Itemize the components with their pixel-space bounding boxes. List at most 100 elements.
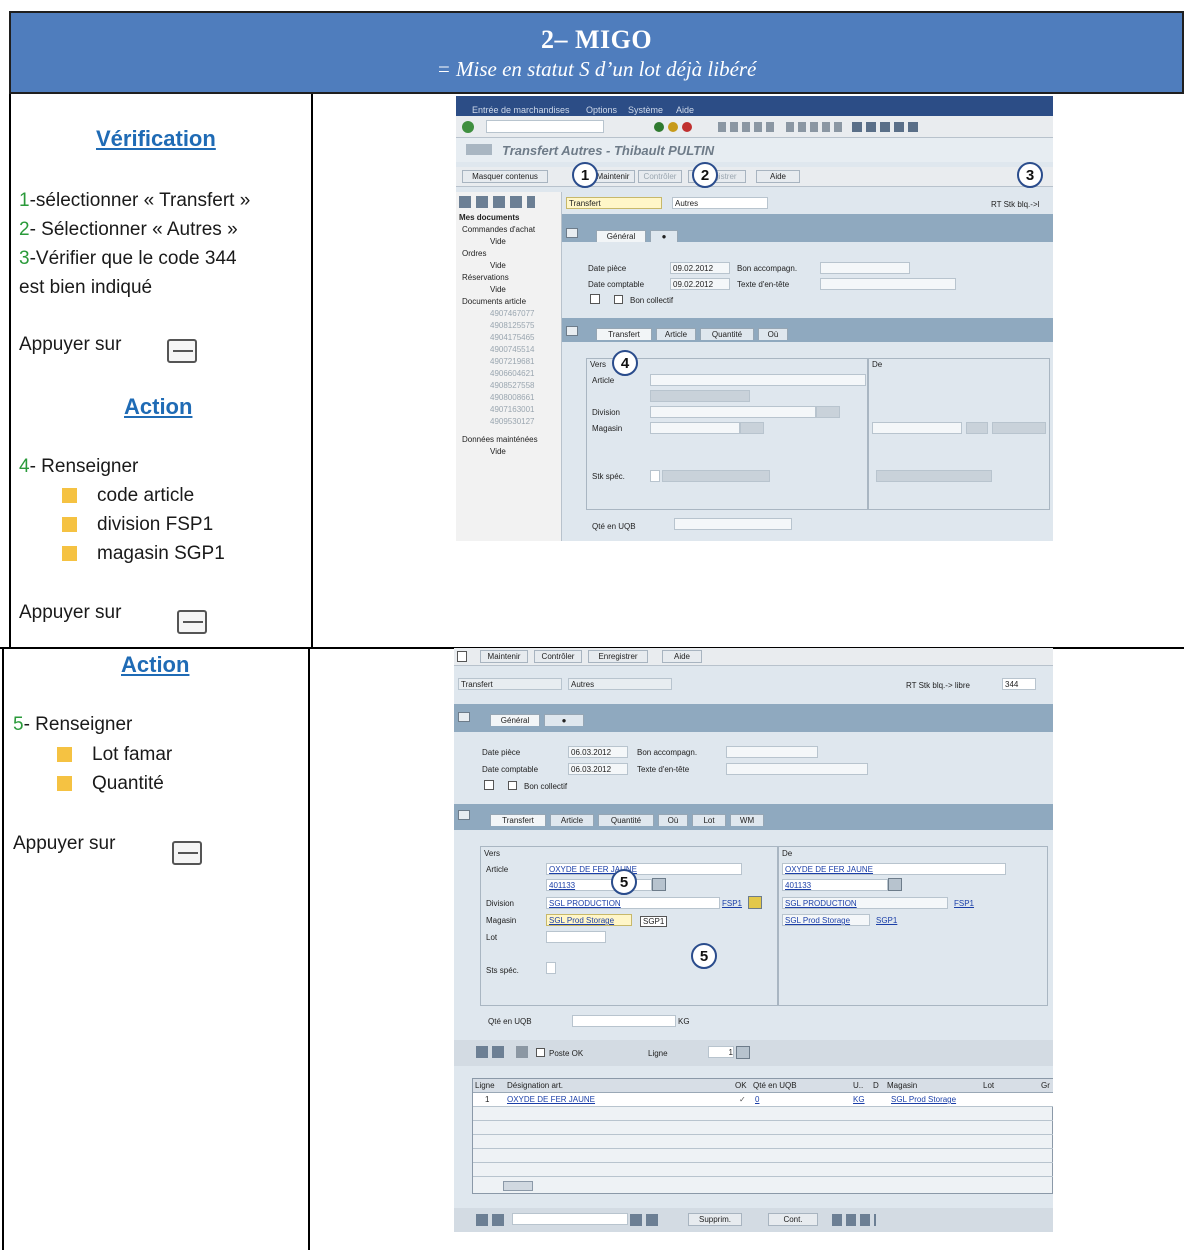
magasin-name[interactable]: SGL Prod Storage [549,916,614,925]
grid-cell-qte[interactable]: 0 [755,1095,759,1104]
qte-field[interactable] [572,1015,676,1027]
nav-toolbar-icons[interactable] [459,196,535,208]
new-doc-icon[interactable] [457,651,467,662]
division-code-field[interactable] [816,406,840,418]
command-field[interactable] [486,120,604,133]
nav-item[interactable]: 4908527558 [490,380,535,392]
tab-lot[interactable]: Lot [692,814,726,826]
delete-icon[interactable] [516,1046,528,1058]
tab-general[interactable]: Général [596,230,646,242]
menu-item[interactable]: Système [628,105,663,115]
subaction-select[interactable]: Autres [568,678,672,690]
item-toolbar-icons[interactable] [476,1046,506,1058]
table-row[interactable] [473,1149,1053,1163]
nav-group[interactable]: Données mainténées [462,434,538,446]
texte-field[interactable] [820,278,956,290]
poste-ok-checkbox[interactable] [536,1048,545,1057]
nav-item[interactable]: 4907467077 [490,308,535,320]
hide-content-button[interactable]: Masquer contenus [462,170,548,183]
print-icon[interactable] [484,780,494,790]
check-button[interactable]: Contrôler [638,170,682,183]
division-name[interactable]: SGL PRODUCTION [549,899,621,908]
nav-item[interactable]: 4904175465 [490,332,535,344]
tab-general[interactable]: Général [490,714,540,726]
nav-item[interactable]: 4909530127 [490,416,535,428]
date-piece-field[interactable]: 06.03.2012 [568,746,628,758]
tab-partner[interactable]: ● [650,230,678,242]
post-button[interactable]: Enregistrer [588,650,648,663]
tab-quantite[interactable]: Quantité [598,814,654,826]
table-row[interactable] [473,1135,1053,1149]
menu-item[interactable]: Entrée de marchandises [472,105,570,115]
cancel-icon[interactable] [682,122,692,132]
date-compta-field[interactable]: 06.03.2012 [568,763,628,775]
nav-item[interactable]: 4908125575 [490,320,535,332]
article-name-field[interactable]: OXYDE DE FER JAUNE [546,863,742,875]
bottom-toolbar-icons[interactable] [832,1214,876,1226]
collectif-checkbox[interactable] [508,781,517,790]
check-button[interactable]: Contrôler [534,650,582,663]
date-compta-field[interactable]: 09.02.2012 [670,278,730,290]
texte-field[interactable] [726,763,868,775]
nav-item[interactable]: Vide [490,260,506,272]
tab-article[interactable]: Article [550,814,594,826]
ligne-search-icon[interactable] [736,1046,750,1059]
magasin-code-field[interactable] [740,422,764,434]
nav-item[interactable]: Vide [490,284,506,296]
de-magasin-field[interactable] [872,422,962,434]
nav-item[interactable]: 4906604621 [490,368,535,380]
collapse-icon[interactable] [458,810,470,820]
division-name-field[interactable]: SGL PRODUCTION [546,897,720,909]
enter-icon[interactable] [462,121,474,133]
collapse-icon[interactable] [566,326,578,336]
movement-code-field[interactable]: 344 [1002,678,1036,690]
nav-item[interactable]: Vide [490,446,506,458]
help-button[interactable]: Aide [662,650,702,663]
nav-item[interactable]: Vide [490,236,506,248]
subaction-select[interactable]: Autres [672,197,768,209]
qte-field[interactable] [674,518,792,530]
delete-button[interactable]: Supprim. [688,1213,742,1226]
tab-ou[interactable]: Où [758,328,788,340]
menu-item[interactable]: Aide [676,105,694,115]
nav-item[interactable]: 4908008661 [490,392,535,404]
exit-icon[interactable] [668,122,678,132]
nav-group[interactable]: Réservations [462,272,509,284]
nav-item[interactable]: 4900745514 [490,344,535,356]
stk-field[interactable] [546,962,556,974]
ligne-field[interactable]: 1 [708,1046,734,1058]
collapse-icon[interactable] [458,712,470,722]
bon-field[interactable] [726,746,818,758]
copy-button[interactable]: Cont. [768,1213,818,1226]
article-code-field[interactable] [650,390,750,402]
bottom-input[interactable] [512,1213,628,1225]
de-magasin-code[interactable] [966,422,988,434]
print-icon[interactable] [590,294,600,304]
bottom-toolbar-icons[interactable] [476,1214,506,1226]
division-code[interactable]: FSP1 [722,899,742,908]
table-row[interactable] [473,1121,1053,1135]
grid-cell-magasin[interactable]: SGL Prod Storage [891,1095,956,1104]
grid-cell-unit[interactable]: KG [853,1095,865,1104]
tab-partner[interactable]: ● [544,714,584,726]
help-button[interactable]: Aide [756,170,800,183]
material-search-icon[interactable] [888,878,902,891]
maintain-button[interactable]: Maintenir [480,650,528,663]
nav-group[interactable]: Ordres [462,248,486,260]
division-field[interactable] [650,406,816,418]
stk-field[interactable] [650,470,660,482]
tab-article[interactable]: Article [656,328,696,340]
grid-cell-designation[interactable]: OXYDE DE FER JAUNE [507,1095,595,1104]
table-row[interactable] [473,1163,1053,1177]
table-row[interactable]: 1 OXYDE DE FER JAUNE ✓ 0 KG SGL Prod Sto… [473,1093,1053,1107]
tab-ou[interactable]: Où [658,814,688,826]
tab-transfert[interactable]: Transfert [490,814,546,826]
nav-group[interactable]: Commandes d'achat [462,224,535,236]
toolbar-icons[interactable] [852,122,922,132]
action-select[interactable]: Transfert [566,197,662,209]
magasin-field[interactable] [650,422,740,434]
magasin-name-field[interactable]: SGL Prod Storage [546,914,632,926]
lot-field[interactable] [546,931,606,943]
nav-item[interactable]: 4907219681 [490,356,535,368]
collectif-checkbox[interactable] [614,295,623,304]
